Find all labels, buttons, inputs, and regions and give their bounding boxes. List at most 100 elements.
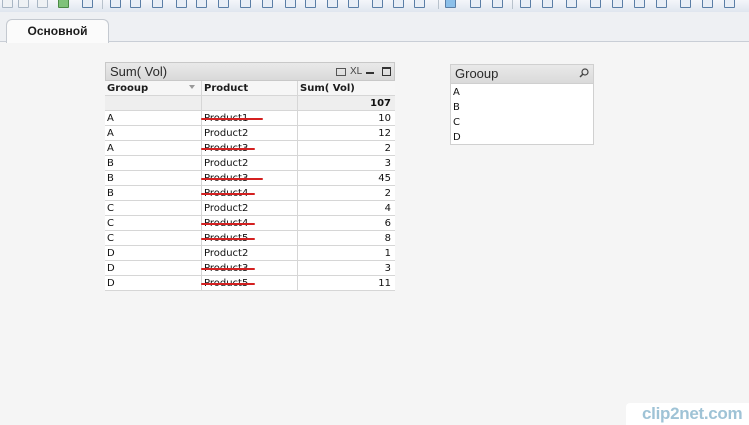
listbox-item[interactable]: B — [453, 100, 591, 115]
vol-cell[interactable]: 3 — [297, 156, 395, 171]
group-cell[interactable]: A — [107, 111, 199, 126]
group-cell[interactable]: B — [107, 186, 199, 201]
column-header-product[interactable]: Product — [201, 81, 297, 96]
straight-table-object[interactable]: Sum( Vol) XL Grooup Product Sum( Vol) 10… — [105, 62, 395, 294]
toolbar-button-icon[interactable] — [348, 0, 359, 8]
table-row: D Product2 1 — [105, 246, 395, 261]
vol-cell[interactable]: 12 — [297, 126, 395, 141]
group-cell[interactable]: D — [107, 261, 199, 276]
toolbar-button-icon[interactable] — [492, 0, 503, 8]
toolbar-button-icon[interactable] — [680, 0, 691, 8]
table-row: CProduct46 — [105, 216, 395, 231]
vol-cell[interactable]: 6 — [297, 216, 395, 231]
grooup-listbox[interactable]: Grooup ABCD — [450, 64, 594, 145]
sort-indicator-icon — [189, 85, 195, 89]
send-to-excel-button[interactable]: XL — [350, 66, 362, 77]
toolbar-button-icon[interactable] — [82, 0, 93, 8]
group-cell[interactable]: B — [107, 171, 199, 186]
search-icon[interactable] — [579, 68, 589, 78]
minimize-icon[interactable] — [366, 72, 374, 74]
red-strikethrough-annotation — [201, 178, 263, 180]
group-cell[interactable]: D — [107, 246, 199, 261]
group-cell[interactable]: C — [107, 201, 199, 216]
toolbar-button-icon[interactable] — [58, 0, 69, 8]
product-cell[interactable]: Product2 — [201, 126, 297, 141]
toolbar-button-icon[interactable] — [305, 0, 316, 8]
toolbar-button-icon[interactable] — [393, 0, 404, 8]
listbox-item[interactable]: A — [453, 85, 591, 100]
vol-cell[interactable]: 2 — [297, 186, 395, 201]
toolbar-separator — [102, 0, 103, 9]
product-cell[interactable]: Product2 — [201, 246, 297, 261]
toolbar-button-icon[interactable] — [110, 0, 121, 8]
group-cell[interactable]: B — [107, 156, 199, 171]
print-icon[interactable] — [336, 68, 346, 76]
product-cell[interactable]: Product2 — [201, 156, 297, 171]
toolbar-button-icon[interactable] — [285, 0, 296, 8]
tab-osnovnoy[interactable]: Основной — [6, 19, 109, 43]
toolbar-button-icon[interactable] — [542, 0, 553, 8]
table-row: DProduct511 — [105, 276, 395, 291]
toolbar-button-icon[interactable] — [152, 0, 163, 8]
toolbar — [0, 0, 749, 12]
watermark: clip2net.com — [626, 403, 749, 425]
toolbar-button-icon[interactable] — [37, 0, 48, 8]
listbox-caption[interactable]: Grooup — [451, 65, 593, 84]
red-strikethrough-annotation — [201, 238, 255, 240]
column-header-sum-vol[interactable]: Sum( Vol) — [297, 81, 395, 96]
toolbar-button-icon[interactable] — [130, 0, 141, 8]
toolbar-button-icon[interactable] — [724, 0, 735, 8]
toolbar-separator — [512, 0, 513, 9]
table-row: BProduct42 — [105, 186, 395, 201]
toolbar-button-icon[interactable] — [240, 0, 251, 8]
group-cell[interactable]: C — [107, 231, 199, 246]
group-cell[interactable]: C — [107, 216, 199, 231]
toolbar-button-icon[interactable] — [590, 0, 601, 8]
toolbar-button-icon[interactable] — [520, 0, 531, 8]
toolbar-button-icon[interactable] — [196, 0, 207, 8]
toolbar-button-icon[interactable] — [470, 0, 481, 8]
vol-cell[interactable]: 3 — [297, 261, 395, 276]
vol-cell[interactable]: 8 — [297, 231, 395, 246]
toolbar-button-icon[interactable] — [634, 0, 645, 8]
toolbar-button-icon[interactable] — [262, 0, 273, 8]
red-strikethrough-annotation — [201, 118, 263, 120]
column-header-grooup[interactable]: Grooup — [107, 81, 199, 96]
table-row: C Product2 4 — [105, 201, 395, 216]
toolbar-button-icon[interactable] — [372, 0, 383, 8]
red-strikethrough-annotation — [201, 148, 255, 150]
vol-cell[interactable]: 10 — [297, 111, 395, 126]
listbox-title: Grooup — [455, 66, 499, 81]
toolbar-button-icon[interactable] — [702, 0, 713, 8]
group-cell[interactable]: D — [107, 276, 199, 291]
red-strikethrough-annotation — [201, 283, 255, 285]
total-product-cell — [201, 96, 297, 111]
vol-cell[interactable]: 11 — [297, 276, 395, 291]
vol-cell[interactable]: 4 — [297, 201, 395, 216]
group-cell[interactable]: A — [107, 126, 199, 141]
vol-cell[interactable]: 2 — [297, 141, 395, 156]
toolbar-button-icon[interactable] — [656, 0, 667, 8]
table-caption[interactable]: Sum( Vol) XL — [105, 62, 395, 81]
toolbar-button-icon[interactable] — [612, 0, 623, 8]
toolbar-button-icon[interactable] — [2, 0, 13, 8]
total-value: 107 — [297, 96, 395, 111]
vol-cell[interactable]: 1 — [297, 246, 395, 261]
toolbar-button-icon[interactable] — [176, 0, 187, 8]
toolbar-button-icon[interactable] — [218, 0, 229, 8]
product-cell[interactable]: Product2 — [201, 201, 297, 216]
toolbar-button-icon[interactable] — [327, 0, 338, 8]
table-row: A Product2 12 — [105, 126, 395, 141]
toolbar-button-icon[interactable] — [445, 0, 456, 8]
listbox-item[interactable]: D — [453, 130, 591, 145]
maximize-icon[interactable] — [382, 67, 391, 76]
listbox-item[interactable]: C — [453, 115, 591, 130]
red-strikethrough-annotation — [201, 223, 255, 225]
vol-cell[interactable]: 45 — [297, 171, 395, 186]
toolbar-button-icon[interactable] — [566, 0, 577, 8]
watermark-text: clip2net.com — [642, 404, 743, 423]
group-cell[interactable]: A — [107, 141, 199, 156]
toolbar-button-icon[interactable] — [414, 0, 425, 8]
table-row: AProduct110 — [105, 111, 395, 126]
toolbar-button-icon[interactable] — [18, 0, 29, 8]
